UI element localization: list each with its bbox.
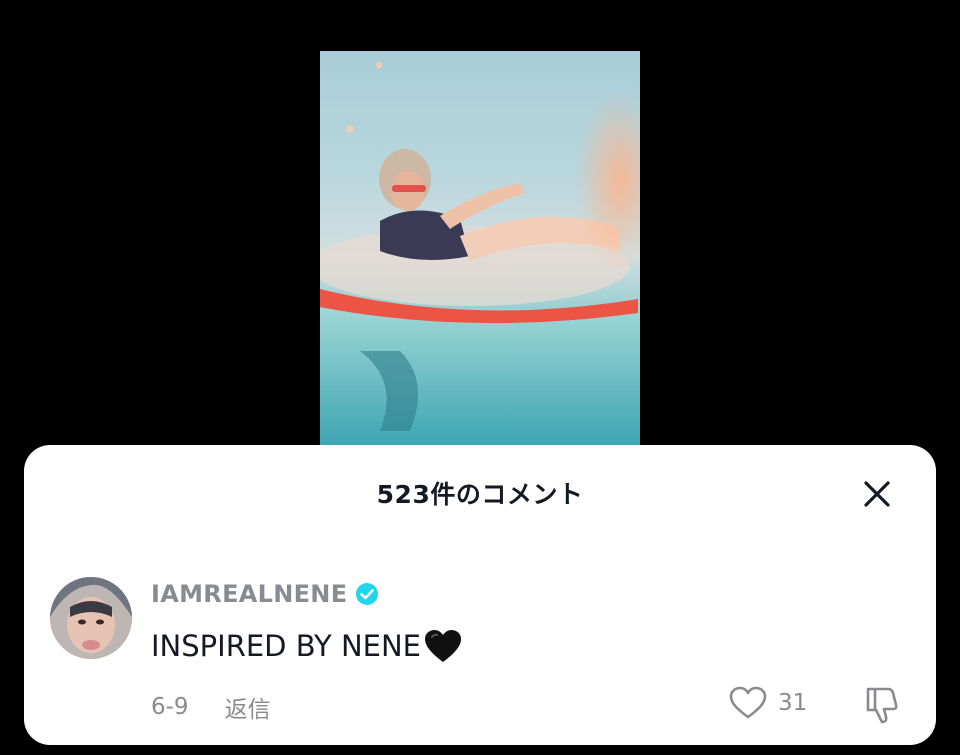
comment-body: INSPIRED BY NENE	[151, 628, 463, 664]
comment-header: IAMREALNENE	[151, 580, 379, 608]
video-thumbnail[interactable]	[320, 51, 640, 445]
reply-button[interactable]: 返信	[225, 690, 271, 724]
app-stage: 523件のコメント IAMREALNENE INSPIRED BY NENE 6…	[0, 0, 960, 755]
flare-dot	[376, 62, 382, 68]
black-heart-emoji	[425, 630, 461, 662]
flare-dot	[346, 125, 354, 133]
comments-sheet: 523件のコメント IAMREALNENE INSPIRED BY NENE 6…	[24, 445, 936, 745]
heart-icon	[729, 686, 767, 719]
avatar-image	[50, 577, 132, 659]
comment-username[interactable]: IAMREALNENE	[151, 580, 347, 608]
verified-badge-icon	[356, 583, 379, 605]
comment-meta: 6-9 返信	[151, 690, 271, 724]
like-count: 31	[778, 690, 808, 716]
close-button[interactable]	[856, 473, 898, 515]
comment-date: 6-9	[151, 694, 189, 720]
comments-count-title: 523件のコメント	[376, 480, 584, 509]
video-scene	[320, 62, 640, 445]
comment-text: INSPIRED BY NENE	[151, 629, 421, 663]
dislike-icon	[866, 687, 898, 724]
avatar[interactable]	[50, 577, 132, 659]
person-sunglasses	[392, 185, 426, 192]
pool-water	[320, 309, 640, 445]
close-icon	[864, 481, 890, 507]
dislike-button[interactable]	[862, 683, 902, 729]
like-button[interactable]: 31	[728, 685, 807, 721]
